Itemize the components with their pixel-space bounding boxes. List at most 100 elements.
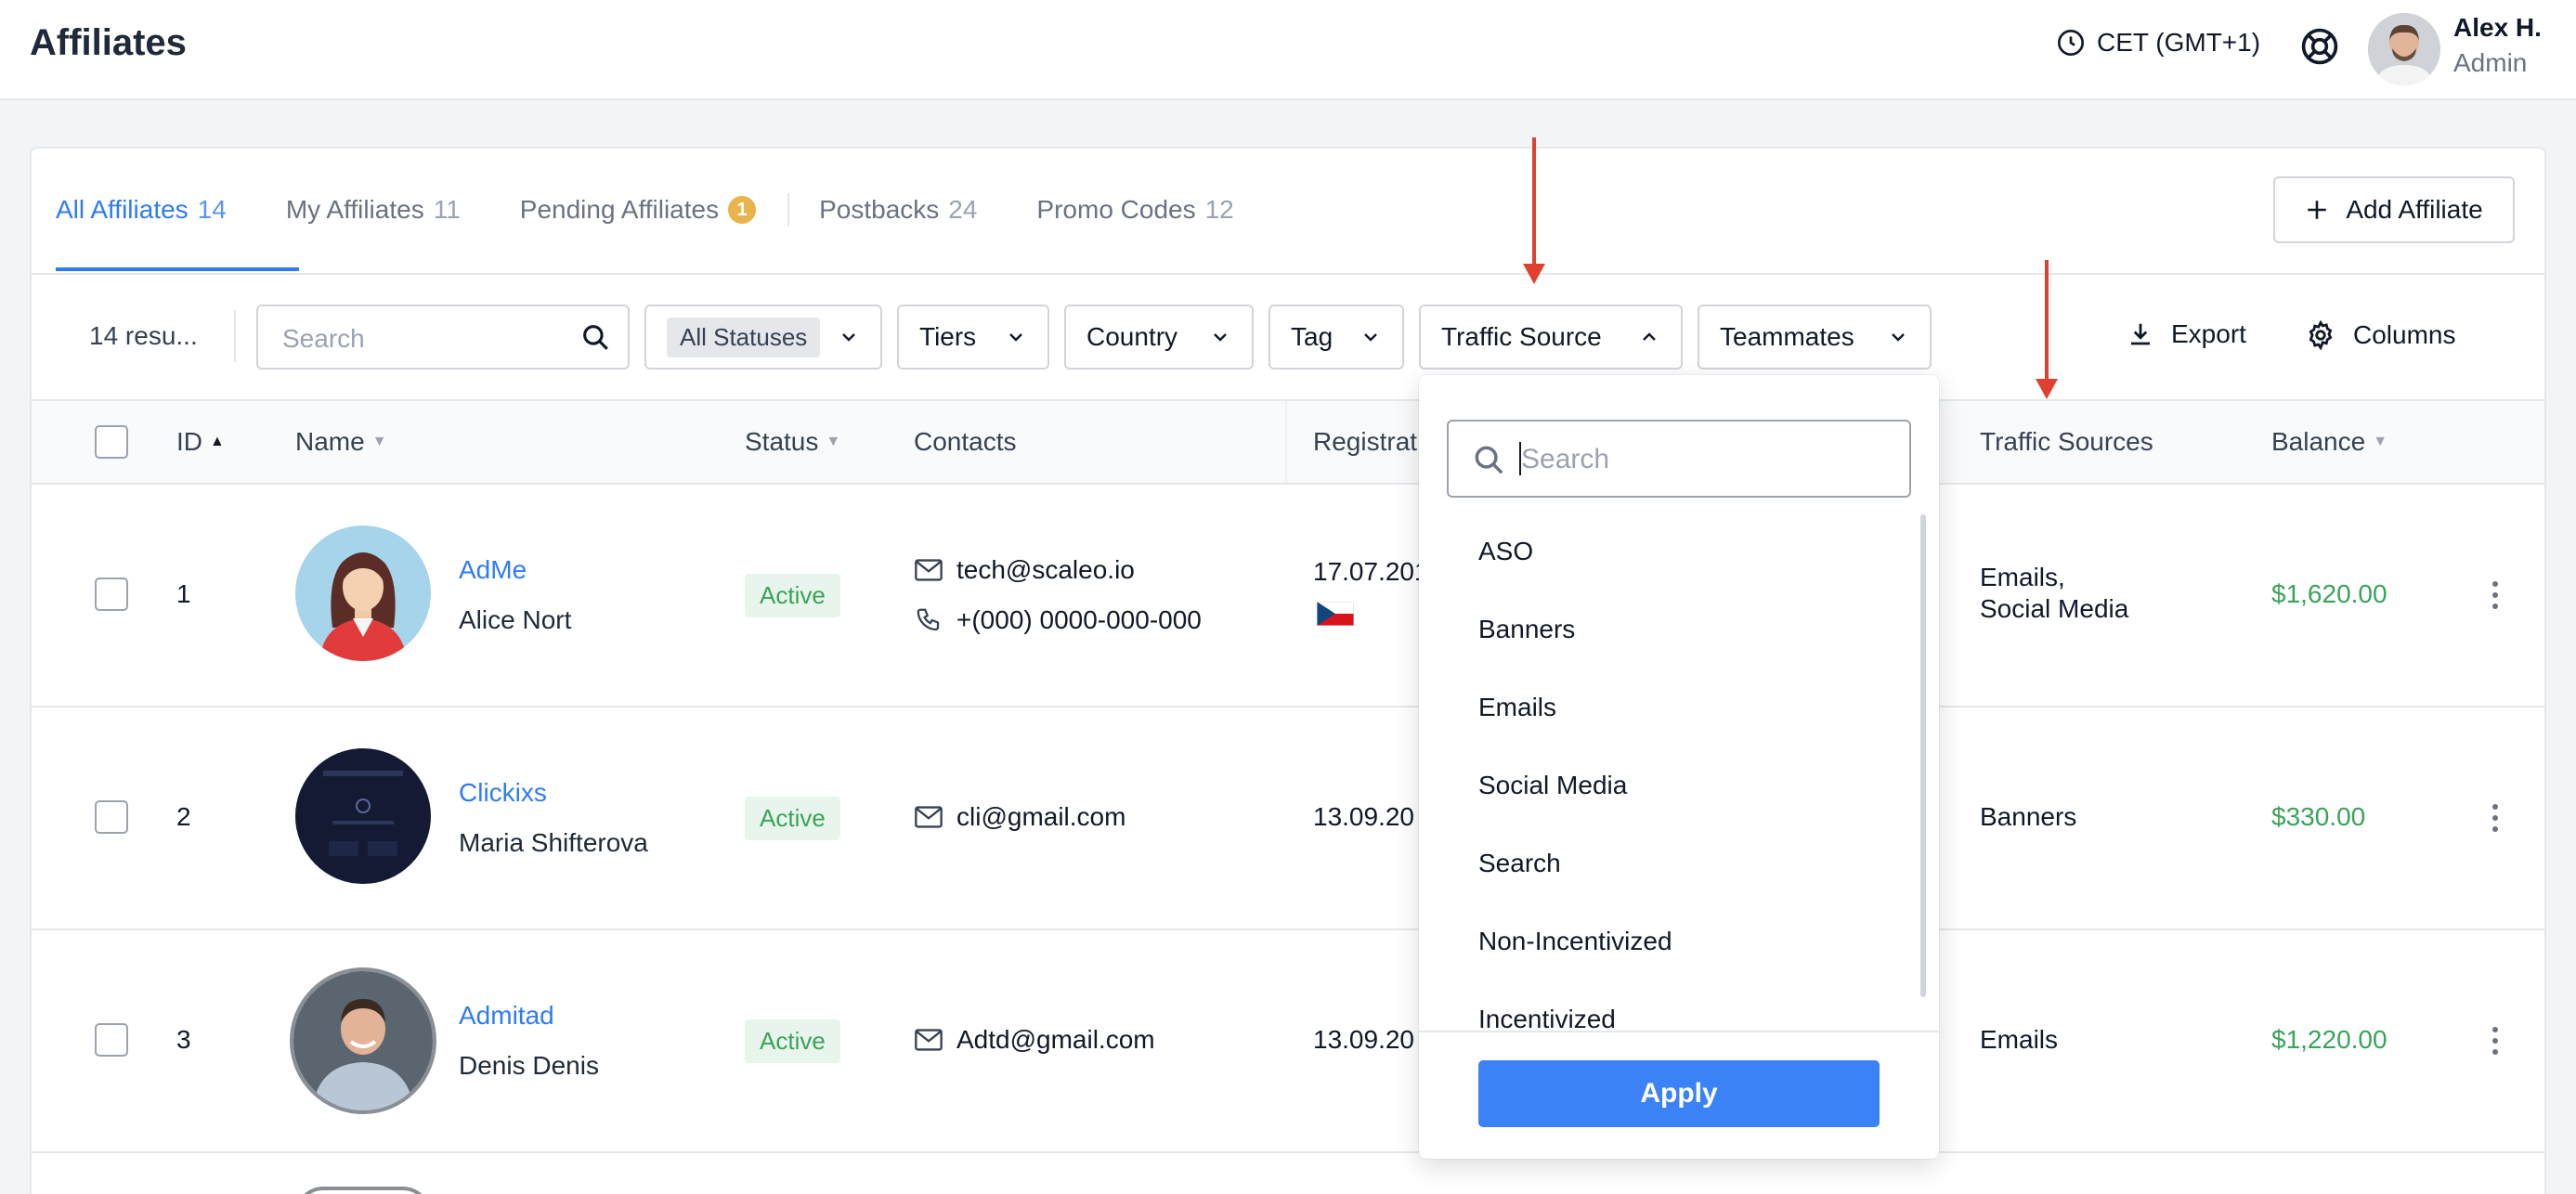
option-emails[interactable]: Emails [1478, 693, 1556, 722]
user-role: Admin [2453, 48, 2528, 77]
tabs-divider [32, 273, 2544, 275]
download-icon [2131, 323, 2150, 345]
contact-email[interactable]: Adtd@gmail.com [914, 1025, 1155, 1055]
row-checkbox[interactable] [95, 578, 128, 611]
tag-filter[interactable]: Tag [1268, 305, 1404, 370]
chevron-down-icon [1214, 333, 1227, 342]
affiliate-person-name: Denis Denis [459, 1051, 599, 1080]
column-divider [1285, 401, 1287, 483]
export-label: Export [2171, 319, 2246, 348]
traffic-source-filter[interactable]: Traffic Source [1419, 305, 1683, 370]
column-header-traffic-sources: Traffic Sources [1980, 427, 2153, 457]
tab-pending-affiliates[interactable]: Pending Affiliates 1 [520, 195, 757, 225]
page-title: Affiliates [30, 22, 187, 63]
tab-label: All Affiliates [56, 195, 189, 224]
chevron-down-icon [1009, 333, 1022, 342]
search-icon [1475, 446, 1503, 474]
sort-icon: ▼ [826, 434, 841, 449]
tab-promo-codes[interactable]: Promo Codes 12 [1036, 195, 1233, 225]
phone-text: +(000) 0000-000-000 [956, 605, 1202, 634]
column-header-id-label: ID [176, 427, 202, 456]
balance-value: $1,620.00 [2271, 579, 2387, 608]
search-icon [583, 325, 608, 350]
row-actions-icon[interactable] [2492, 581, 2500, 615]
row-checkbox[interactable] [95, 1023, 128, 1057]
export-button[interactable]: Export [2127, 319, 2246, 349]
status-badge: Active [745, 1019, 840, 1063]
avatar-dashboard-icon [295, 748, 431, 884]
affiliate-person-name: Alice Nort [459, 605, 572, 634]
affiliate-company-link[interactable]: AdMe [459, 555, 527, 585]
affiliate-company-link[interactable]: Clickixs [459, 778, 547, 808]
search-input[interactable]: Search [256, 305, 630, 370]
option-incentivized[interactable]: Incentivized [1478, 1005, 1616, 1032]
plus-icon [2308, 201, 2327, 219]
column-header-id[interactable]: ID ▲ [176, 427, 225, 457]
apply-button[interactable]: Apply [1478, 1060, 1880, 1127]
phone-icon [917, 608, 940, 631]
column-header-balance-label: Balance [2271, 427, 2366, 456]
contact-email[interactable]: tech@scaleo.io [914, 555, 1135, 585]
option-aso[interactable]: ASO [1478, 537, 1533, 566]
tab-postbacks[interactable]: Postbacks 24 [819, 195, 977, 225]
user-photo-icon [2368, 13, 2440, 85]
email-text: tech@scaleo.io [956, 555, 1135, 584]
chevron-down-icon [1364, 333, 1377, 342]
table-header [32, 399, 2544, 485]
chevron-down-icon [1892, 333, 1905, 342]
balance-value: $330.00 [2271, 802, 2366, 831]
czech-flag-icon [1317, 602, 1354, 626]
select-all-checkbox[interactable] [95, 425, 128, 459]
contact-phone[interactable]: +(000) 0000-000-000 [914, 605, 1202, 635]
pending-count-badge: 1 [728, 196, 757, 224]
annotation-arrow-shaft [2045, 260, 2049, 381]
tab-count: 24 [948, 195, 978, 224]
tab-label: My Affiliates [285, 195, 424, 224]
row-checkbox[interactable] [95, 800, 128, 834]
option-banners[interactable]: Banners [1478, 615, 1575, 644]
affiliate-avatar [295, 526, 431, 661]
timezone-selector[interactable]: CET (GMT+1) [2056, 28, 2260, 58]
teammates-filter[interactable]: Teammates [1698, 305, 1932, 370]
teammates-filter-label: Teammates [1720, 322, 1854, 351]
column-header-registration[interactable]: Registrat [1313, 427, 1417, 457]
columns-label: Columns [2353, 320, 2456, 349]
dropdown-scrollbar[interactable] [1920, 514, 1926, 997]
row-actions-icon[interactable] [2492, 1027, 2500, 1060]
status-filter[interactable]: All Statuses [644, 305, 882, 370]
balance-value: $1,220.00 [2271, 1025, 2387, 1054]
clock-icon [2058, 30, 2084, 56]
column-header-balance[interactable]: Balance ▼ [2271, 427, 2387, 457]
option-non-incentivized[interactable]: Non-Incentivized [1478, 927, 1672, 956]
row-divider [32, 928, 2544, 930]
email-text: Adtd@gmail.com [956, 1025, 1155, 1054]
tab-my-affiliates[interactable]: My Affiliates 11 [286, 195, 461, 225]
traffic-source-options: ASO Banners Emails Social Media Search N… [1419, 518, 1939, 1032]
option-search[interactable]: Search [1478, 849, 1561, 878]
row-id: 1 [176, 579, 191, 608]
affiliate-avatar [290, 967, 436, 1114]
search-placeholder: Search [282, 324, 365, 353]
sort-icon: ▼ [2373, 434, 2388, 449]
tab-count: 12 [1204, 195, 1234, 224]
column-header-status[interactable]: Status ▼ [745, 427, 840, 457]
tab-bar: All Affiliates 14 My Affiliates 11 Pendi… [56, 193, 1294, 227]
column-header-name[interactable]: Name ▼ [295, 427, 387, 457]
country-filter[interactable]: Country [1064, 305, 1254, 370]
contact-email[interactable]: cli@gmail.com [914, 802, 1125, 832]
help-button[interactable] [2299, 26, 2340, 71]
tab-label: Promo Codes [1036, 195, 1196, 224]
affiliate-company-link[interactable]: Admitad [459, 1001, 554, 1031]
add-affiliate-button[interactable]: Add Affiliate [2273, 176, 2515, 243]
column-header-contacts-label: Contacts [914, 427, 1017, 456]
option-social-media[interactable]: Social Media [1478, 771, 1627, 800]
user-avatar[interactable] [2368, 13, 2440, 85]
status-badge: Active [745, 797, 840, 840]
columns-button[interactable]: Columns [2305, 319, 2455, 351]
dropdown-search-input[interactable]: Search [1447, 420, 1911, 498]
row-actions-icon[interactable] [2492, 804, 2500, 837]
country-filter-label: Country [1086, 322, 1178, 351]
tab-all-affiliates[interactable]: All Affiliates 14 [56, 195, 227, 225]
tiers-filter[interactable]: Tiers [897, 305, 1049, 370]
annotation-arrow-shaft [1532, 137, 1536, 267]
